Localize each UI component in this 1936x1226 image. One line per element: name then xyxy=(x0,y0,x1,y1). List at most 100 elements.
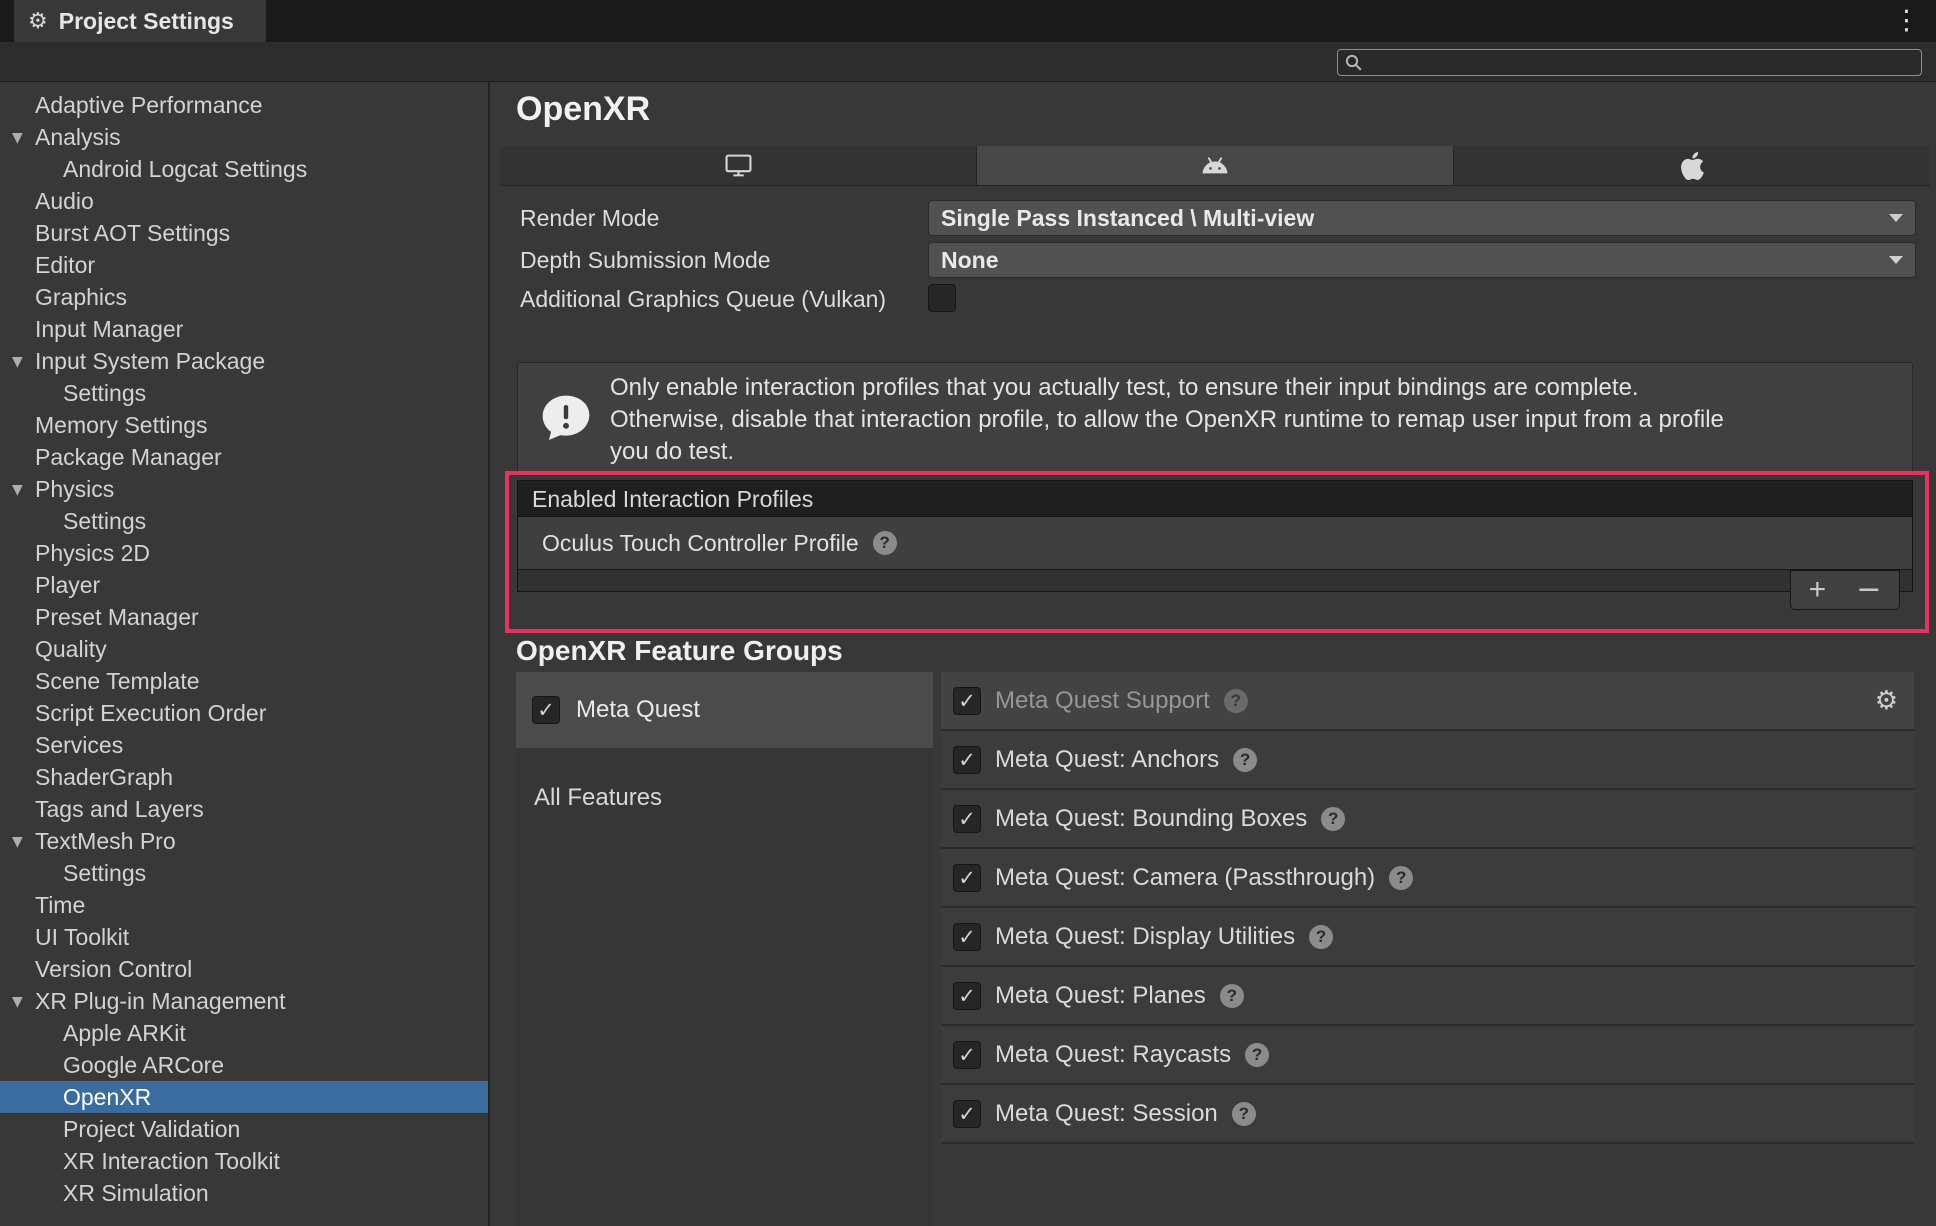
sidebar-item-android-logcat-settings[interactable]: Android Logcat Settings xyxy=(0,153,488,185)
feature-label: Meta Quest Support xyxy=(995,686,1210,714)
sidebar-item-label: Script Execution Order xyxy=(35,700,267,726)
sidebar-item-physics-2d[interactable]: Physics 2D xyxy=(0,537,488,569)
feature-checkbox[interactable] xyxy=(953,863,981,892)
sidebar-item-xr-interaction-toolkit[interactable]: XR Interaction Toolkit xyxy=(0,1145,488,1177)
help-icon[interactable] xyxy=(872,531,897,555)
sidebar-item-project-validation[interactable]: Project Validation xyxy=(0,1113,488,1145)
sidebar-item-preset-manager[interactable]: Preset Manager xyxy=(0,601,488,633)
sidebar-item-label: Input Manager xyxy=(35,316,184,342)
feature-label: Meta Quest: Planes xyxy=(995,981,1206,1009)
platform-tab-standalone[interactable] xyxy=(500,146,977,185)
interaction-profiles-list-bottom xyxy=(517,570,1913,592)
sidebar-item-openxr[interactable]: OpenXR xyxy=(0,1081,488,1113)
feature-group-meta-quest[interactable]: Meta Quest xyxy=(516,672,933,748)
foldout-triangle-icon[interactable]: ▼ xyxy=(12,826,23,858)
sidebar-item-tags-and-layers[interactable]: Tags and Layers xyxy=(0,793,488,825)
help-icon[interactable] xyxy=(1389,865,1414,890)
monitor-icon xyxy=(725,154,751,177)
sidebar-item-editor[interactable]: Editor xyxy=(0,249,488,281)
sidebar-item-input-manager[interactable]: Input Manager xyxy=(0,313,488,345)
search-input[interactable] xyxy=(1364,49,1921,76)
sidebar-item-label: XR Plug-in Management xyxy=(35,988,286,1014)
interaction-profile-row[interactable]: Oculus Touch Controller Profile xyxy=(517,517,1913,570)
platform-tab-android[interactable] xyxy=(977,146,1454,185)
sidebar-item-label: Physics 2D xyxy=(35,540,151,566)
help-icon[interactable] xyxy=(1309,924,1334,949)
sidebar-item-analysis[interactable]: ▼ Analysis xyxy=(0,121,488,153)
feature-label: Meta Quest: Camera (Passthrough) xyxy=(995,863,1376,891)
sidebar-item-xr-plug-in-management[interactable]: ▼ XR Plug-in Management xyxy=(0,985,488,1017)
sidebar-item-label: OpenXR xyxy=(63,1084,152,1110)
graphics-queue-label: Additional Graphics Queue (Vulkan) xyxy=(520,286,887,312)
depth-submission-dropdown[interactable]: None xyxy=(928,242,1916,278)
sidebar-item-ui-toolkit[interactable]: UI Toolkit xyxy=(0,921,488,953)
sidebar-item-textmesh-pro[interactable]: ▼ TextMesh Pro xyxy=(0,825,488,857)
sidebar-item-label: Player xyxy=(35,572,101,598)
sidebar-item-label: Time xyxy=(35,892,86,918)
remove-profile-button[interactable]: − xyxy=(1856,575,1881,605)
help-icon[interactable] xyxy=(1321,806,1346,831)
sidebar-item-package-manager[interactable]: Package Manager xyxy=(0,441,488,473)
feature-checkbox[interactable] xyxy=(953,1099,981,1128)
help-icon[interactable] xyxy=(1219,983,1244,1008)
sidebar-item-time[interactable]: Time xyxy=(0,889,488,921)
sidebar-item-label: XR Simulation xyxy=(63,1180,209,1206)
foldout-triangle-icon[interactable]: ▼ xyxy=(12,986,23,1018)
settings-gear-icon[interactable]: ⚙ xyxy=(1875,686,1898,716)
platform-tab-ios[interactable] xyxy=(1454,146,1930,185)
search-icon xyxy=(1345,54,1362,71)
sidebar-item-quality[interactable]: Quality xyxy=(0,633,488,665)
sidebar-item-xr-simulation[interactable]: XR Simulation xyxy=(0,1177,488,1209)
sidebar-item-memory-settings[interactable]: Memory Settings xyxy=(0,409,488,441)
help-icon[interactable] xyxy=(1223,688,1248,713)
feature-checkbox[interactable] xyxy=(953,804,981,833)
dropdown-arrow-icon xyxy=(1889,214,1903,222)
sidebar-item-input-system-package[interactable]: ▼ Input System Package xyxy=(0,345,488,377)
sidebar-item-version-control[interactable]: Version Control xyxy=(0,953,488,985)
feature-checkbox[interactable] xyxy=(953,745,981,774)
feature-label: Meta Quest: Session xyxy=(995,1099,1218,1127)
sidebar-item-adaptive-performance[interactable]: Adaptive Performance xyxy=(0,89,488,121)
help-icon[interactable] xyxy=(1233,747,1258,772)
help-line: Only enable interaction profiles that yo… xyxy=(610,374,1639,401)
sidebar-item-scene-template[interactable]: Scene Template xyxy=(0,665,488,697)
sidebar-item-burst-aot-settings[interactable]: Burst AOT Settings xyxy=(0,217,488,249)
help-icon[interactable] xyxy=(1231,1101,1256,1126)
apple-icon xyxy=(1680,151,1704,180)
sidebar-item-google-arcore[interactable]: Google ARCore xyxy=(0,1049,488,1081)
info-icon xyxy=(542,395,590,440)
feature-checkbox[interactable] xyxy=(953,1040,981,1069)
feature-checkbox[interactable] xyxy=(953,981,981,1010)
feature-checkbox[interactable] xyxy=(953,922,981,951)
sidebar-item-services[interactable]: Services xyxy=(0,729,488,761)
sidebar-item-settings[interactable]: Settings xyxy=(0,857,488,889)
sidebar-item-physics[interactable]: ▼ Physics xyxy=(0,473,488,505)
render-mode-dropdown[interactable]: Single Pass Instanced \ Multi-view xyxy=(928,200,1916,236)
all-features-item[interactable]: All Features xyxy=(516,778,933,818)
foldout-triangle-icon[interactable]: ▼ xyxy=(12,122,23,154)
depth-submission-label: Depth Submission Mode xyxy=(520,247,771,273)
feature-label: Meta Quest: Raycasts xyxy=(995,1040,1232,1068)
sidebar-item-settings[interactable]: Settings xyxy=(0,505,488,537)
foldout-triangle-icon[interactable]: ▼ xyxy=(12,346,23,378)
sidebar-item-settings[interactable]: Settings xyxy=(0,377,488,409)
help-line: Otherwise, disable that interaction prof… xyxy=(610,406,1724,433)
kebab-menu-icon[interactable]: ⋮ xyxy=(1893,3,1920,39)
sidebar-item-player[interactable]: Player xyxy=(0,569,488,601)
feature-checkbox[interactable] xyxy=(953,686,981,715)
sidebar-item-script-execution-order[interactable]: Script Execution Order xyxy=(0,697,488,729)
search-box[interactable] xyxy=(1337,49,1922,76)
sidebar-item-label: Settings xyxy=(63,860,147,886)
feature-group-checkbox[interactable] xyxy=(532,696,560,724)
sidebar-item-audio[interactable]: Audio xyxy=(0,185,488,217)
help-icon[interactable] xyxy=(1245,1042,1270,1067)
sidebar-item-apple-arkit[interactable]: Apple ARKit xyxy=(0,1017,488,1049)
sidebar-item-shadergraph[interactable]: ShaderGraph xyxy=(0,761,488,793)
add-profile-button[interactable]: + xyxy=(1809,575,1827,605)
sidebar-item-label: Project Validation xyxy=(63,1116,241,1142)
foldout-triangle-icon[interactable]: ▼ xyxy=(12,474,23,506)
project-settings-tab[interactable]: ⚙ Project Settings xyxy=(14,0,266,42)
sidebar-item-graphics[interactable]: Graphics xyxy=(0,281,488,313)
project-settings-window: ⚙ Project Settings ⋮ Adaptive Performanc… xyxy=(0,0,1936,1226)
graphics-queue-checkbox[interactable] xyxy=(928,284,956,312)
